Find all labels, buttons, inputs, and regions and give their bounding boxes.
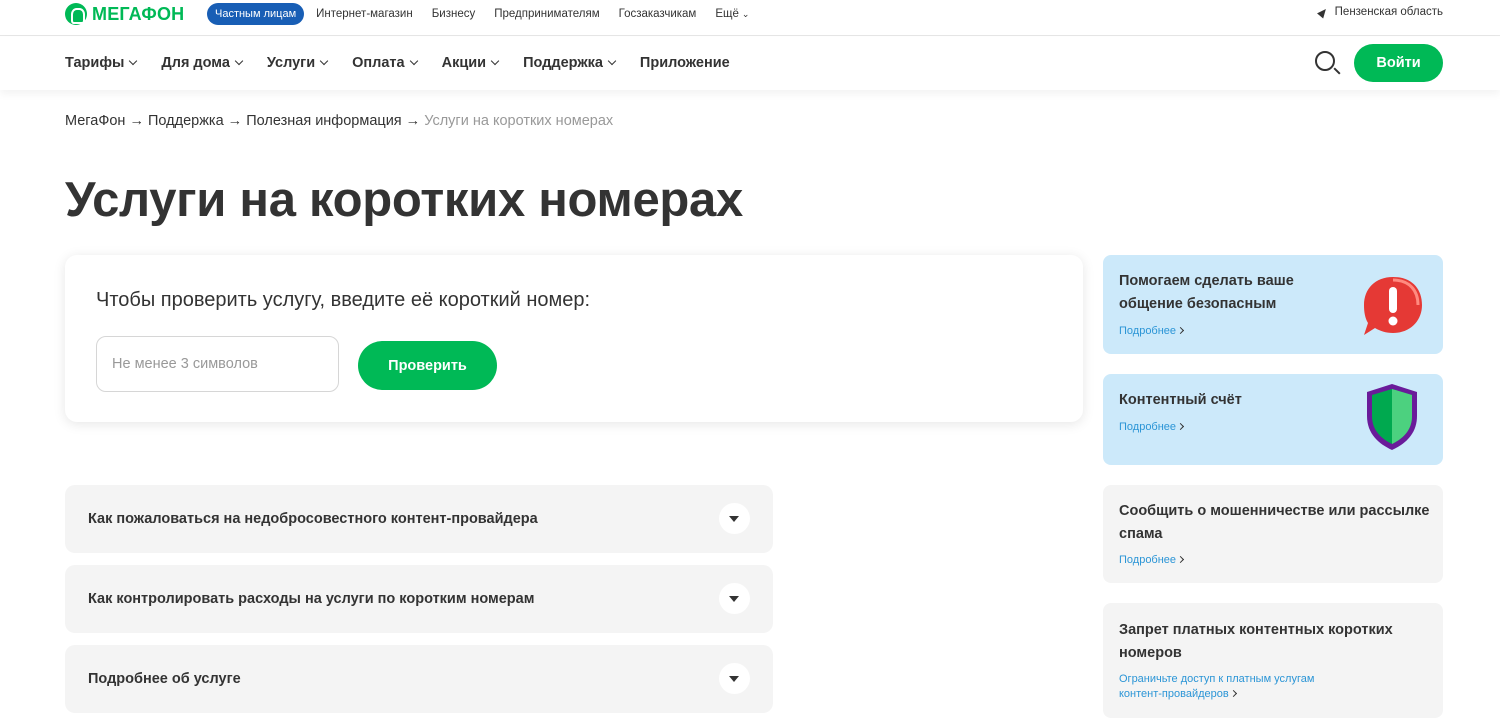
main-nav: Тарифы Для дома Услуги Оплата Акции Подд… bbox=[0, 37, 1500, 90]
chevron-down-icon bbox=[319, 56, 329, 66]
sidebar-card-content-account[interactable]: Контентный счёт Подробнее bbox=[1103, 374, 1443, 465]
breadcrumb-link[interactable]: Поддержка bbox=[148, 113, 224, 129]
accordion-toggle[interactable] bbox=[719, 583, 750, 614]
segment-government[interactable]: Госзаказчикам bbox=[619, 8, 697, 20]
accordion-label: Как контролировать расходы на услуги по … bbox=[88, 591, 535, 607]
accordion-item[interactable]: Как контролировать расходы на услуги по … bbox=[65, 565, 773, 633]
segment-more-label: Ещё bbox=[715, 8, 739, 20]
accordion-toggle[interactable] bbox=[719, 663, 750, 694]
menu-item-label: Акции bbox=[441, 55, 487, 71]
check-button[interactable]: Проверить bbox=[358, 341, 497, 390]
menu-item-app[interactable]: Приложение bbox=[640, 55, 730, 71]
sidebar-card-title: Сообщить о мошенничестве или рассылке сп… bbox=[1119, 503, 1430, 542]
chevron-down-icon bbox=[607, 56, 617, 66]
breadcrumb-separator: → bbox=[223, 113, 247, 129]
check-title: Чтобы проверить услугу, введите её корот… bbox=[96, 289, 591, 311]
chevron-right-icon bbox=[1177, 555, 1185, 564]
megafon-logo-icon bbox=[65, 3, 87, 25]
sidebar-card-link-label: Ограничьте доступ к платным услугам конт… bbox=[1119, 673, 1315, 700]
menu-item-tariffs[interactable]: Тарифы bbox=[65, 55, 138, 71]
breadcrumb-link[interactable]: МегаФон bbox=[65, 113, 125, 129]
region-label: Пензенская область bbox=[1334, 6, 1443, 18]
menu-item-home[interactable]: Для дома bbox=[161, 55, 244, 71]
main-menu: Тарифы Для дома Услуги Оплата Акции Подд… bbox=[65, 55, 755, 71]
segment-business[interactable]: Бизнесу bbox=[432, 8, 476, 20]
segment-more[interactable]: Ещё ⌄ bbox=[715, 8, 749, 20]
accordion-item[interactable]: Подробнее об услуге bbox=[65, 645, 773, 713]
sidebar-card-link-label: Подробнее bbox=[1119, 421, 1177, 433]
menu-item-payment[interactable]: Оплата bbox=[352, 55, 418, 71]
accordion-item[interactable]: Как пожаловаться на недобросовестного ко… bbox=[65, 485, 773, 553]
menu-item-support[interactable]: Поддержка bbox=[523, 55, 617, 71]
sidebar-card-link[interactable]: Подробнее bbox=[1119, 324, 1185, 339]
segment-switcher: Частным лицам Интернет-магазин Бизнесу П… bbox=[207, 2, 768, 26]
chevron-down-icon bbox=[409, 56, 418, 66]
menu-item-label: Услуги bbox=[266, 55, 316, 71]
chevron-right-icon bbox=[1229, 689, 1237, 698]
short-number-check-card: Чтобы проверить услугу, введите её корот… bbox=[65, 255, 1083, 422]
breadcrumb-current: Услуги на коротких номерах bbox=[424, 113, 614, 129]
breadcrumb: МегаФон → Поддержка → Полезная информаци… bbox=[65, 113, 613, 129]
short-number-input[interactable] bbox=[96, 336, 339, 392]
chevron-right-icon bbox=[1177, 422, 1185, 431]
chevron-down-icon bbox=[129, 56, 138, 66]
menu-item-label: Для дома bbox=[161, 55, 230, 71]
menu-item-label: Оплата bbox=[352, 55, 405, 71]
menu-item-promotions[interactable]: Акции bbox=[441, 55, 500, 71]
accordion-toggle[interactable] bbox=[719, 503, 750, 534]
accordion-label: Как пожаловаться на недобросовестного ко… bbox=[88, 511, 538, 527]
megafon-logo[interactable]: МЕГАФОН bbox=[65, 2, 184, 26]
chevron-down-icon bbox=[234, 56, 244, 66]
region-selector[interactable]: Пензенская область bbox=[1316, 5, 1443, 19]
sidebar-card-link[interactable]: Ограничьте доступ к платным услугам конт… bbox=[1119, 672, 1359, 702]
login-button[interactable]: Войти bbox=[1354, 44, 1443, 82]
sidebar-card-title: Контентный счёт bbox=[1119, 392, 1242, 408]
sidebar-card-link[interactable]: Подробнее bbox=[1119, 420, 1185, 435]
segment-shop[interactable]: Интернет-магазин bbox=[316, 8, 413, 20]
sidebar-card-safety[interactable]: Помогаем сделать ваше общение безопасным… bbox=[1103, 255, 1443, 354]
top-bar: МЕГАФОН Частным лицам Интернет-магазин Б… bbox=[0, 0, 1500, 36]
caret-down-icon bbox=[729, 516, 739, 522]
sidebar-card-title: Помогаем сделать ваше общение безопасным bbox=[1119, 273, 1294, 312]
menu-item-label: Тарифы bbox=[65, 55, 125, 71]
sidebar-card-block-short-numbers[interactable]: Запрет платных контентных коротких номер… bbox=[1103, 603, 1443, 718]
sidebar-card-link[interactable]: Подробнее bbox=[1119, 553, 1185, 568]
shield-icon bbox=[1367, 384, 1417, 450]
caret-down-icon bbox=[729, 676, 739, 682]
search-icon[interactable] bbox=[1315, 51, 1335, 71]
location-arrow-icon bbox=[1316, 5, 1329, 19]
breadcrumb-separator: → bbox=[125, 113, 148, 129]
sidebar-card-report-fraud[interactable]: Сообщить о мошенничестве или рассылке сп… bbox=[1103, 485, 1443, 583]
menu-item-services[interactable]: Услуги bbox=[266, 55, 329, 71]
chevron-down-icon bbox=[490, 56, 500, 66]
breadcrumb-link[interactable]: Полезная информация bbox=[246, 113, 401, 129]
sidebar-card-link-label: Подробнее bbox=[1119, 325, 1177, 337]
logo-text: МЕГАФОН bbox=[92, 3, 185, 24]
chevron-right-icon bbox=[1177, 326, 1185, 335]
sidebar-card-link-label: Подробнее bbox=[1119, 554, 1177, 566]
page-title: Услуги на коротких номерах bbox=[65, 173, 743, 227]
segment-entrepreneurs[interactable]: Предпринимателям bbox=[494, 8, 599, 20]
menu-item-label: Поддержка bbox=[523, 55, 603, 71]
breadcrumb-separator: → bbox=[401, 113, 425, 129]
caret-down-icon bbox=[729, 596, 739, 602]
alert-bubble-icon bbox=[1364, 277, 1422, 335]
segment-private[interactable]: Частным лицам bbox=[207, 3, 305, 25]
sidebar-card-title: Запрет платных контентных коротких номер… bbox=[1119, 622, 1393, 661]
accordion-label: Подробнее об услуге bbox=[88, 671, 241, 687]
chevron-down-icon: ⌄ bbox=[741, 9, 750, 19]
